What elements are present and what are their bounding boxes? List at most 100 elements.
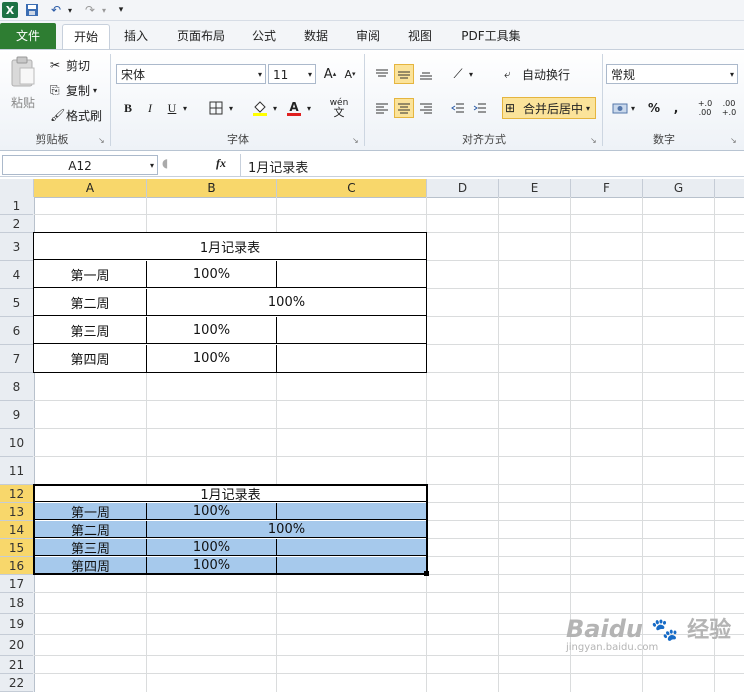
row-header[interactable]: 21 [0,656,33,674]
tab-insert[interactable]: 插入 [116,24,156,48]
column-header-e[interactable]: E [499,179,571,197]
increase-font-icon[interactable]: A ▴ [320,64,340,84]
row-header[interactable]: 8 [0,373,33,401]
table-row-label[interactable]: 第一周 [35,503,147,521]
tab-data[interactable]: 数据 [298,24,334,48]
table-cell-value[interactable]: 100% [147,557,277,573]
wrap-text-button[interactable]: ⤶ 自动换行 [504,64,570,84]
row-header[interactable]: 3 [0,233,33,261]
row-header[interactable]: 17 [0,575,33,593]
align-center-icon[interactable] [394,98,414,118]
table-row-label[interactable]: 第四周 [35,557,147,575]
comma-button[interactable]: , [666,98,686,118]
align-middle-icon[interactable] [394,64,414,84]
chevron-down-icon[interactable]: ▾ [180,98,190,118]
row-header[interactable]: 10 [0,429,33,457]
column-header-b[interactable]: B [147,179,277,197]
table-cell-value[interactable]: 100% [147,345,277,372]
number-format-select[interactable]: 常规 ▾ [606,64,738,84]
table-cell-value[interactable]: 100% [147,317,277,344]
tab-review[interactable]: 审阅 [350,24,386,48]
row-header[interactable]: 2 [0,215,33,233]
row-header[interactable]: 18 [0,593,33,614]
undo-icon[interactable]: ↶ [48,2,64,18]
row-header[interactable]: 20 [0,635,33,656]
cut-button[interactable]: ✂ 剪切 [50,56,90,74]
tab-home[interactable]: 开始 [62,24,110,49]
table-cell-value[interactable]: 100% [147,539,277,556]
increase-decimal-icon[interactable]: +.0 .00 [694,96,716,120]
row-header[interactable]: 6 [0,317,33,345]
row-header[interactable]: 9 [0,401,33,429]
table-cell-empty[interactable] [277,539,426,556]
borders-icon[interactable] [206,98,226,118]
underline-button[interactable]: U [162,98,182,118]
table-cell-empty[interactable] [277,345,426,372]
fill-color-icon[interactable] [250,98,270,118]
name-box[interactable]: A12 ▾ [2,155,158,175]
decrease-font-icon[interactable]: A ▾ [340,64,360,84]
splitter-handle-icon[interactable]: ◖ [162,156,174,174]
italic-button[interactable]: I [140,98,160,118]
row-header[interactable]: 7 [0,345,33,373]
row-header[interactable]: 16 [0,557,33,575]
select-all-corner[interactable] [0,179,34,197]
align-top-icon[interactable] [372,64,392,84]
table-cell-value[interactable]: 100% [147,503,277,520]
decrease-decimal-icon[interactable]: .00 +.0 [718,96,740,120]
font-size-select[interactable]: 11 ▾ [268,64,316,84]
table-row-label[interactable]: 第四周 [34,345,147,372]
chevron-down-icon[interactable]: ▾ [466,64,476,84]
table-cell-empty[interactable] [277,503,426,520]
table-cell-value[interactable]: 100% [147,261,277,288]
tab-pdf-tools[interactable]: PDF工具集 [454,24,528,48]
align-bottom-icon[interactable] [416,64,436,84]
currency-icon[interactable] [610,98,630,118]
tab-page-layout[interactable]: 页面布局 [170,24,232,48]
save-icon[interactable] [24,2,40,18]
tab-view[interactable]: 视图 [402,24,438,48]
column-header-c[interactable]: C [277,179,427,197]
tab-file[interactable]: 文件 [0,23,56,49]
table-row-label[interactable]: 第二周 [35,521,147,539]
merge-center-button[interactable]: ⊞ 合并后居中 ▾ [502,97,596,119]
align-left-icon[interactable] [372,98,392,118]
chevron-down-icon[interactable]: ▾ [226,98,236,118]
row-header[interactable]: 1 [0,197,33,215]
fill-handle[interactable] [424,571,429,576]
column-header-g[interactable]: G [643,179,715,197]
insert-function-icon[interactable]: fx [216,156,236,174]
tab-formulas[interactable]: 公式 [246,24,282,48]
align-right-icon[interactable] [416,98,436,118]
table-row-label[interactable]: 第一周 [34,261,147,288]
dialog-launcher-icon[interactable]: ↘ [590,136,597,145]
table-cell-merged-value[interactable]: 100% [147,521,426,538]
increase-indent-icon[interactable] [470,98,490,118]
font-name-select[interactable]: 宋体 ▾ [116,64,266,84]
row-header[interactable]: 11 [0,457,33,485]
redo-dropdown-icon[interactable]: ▾ [100,2,108,18]
orientation-icon[interactable]: ⟋ [448,64,468,84]
row-header[interactable]: 4 [0,261,33,289]
formula-input[interactable]: 1月记录表 [248,157,308,176]
table-title[interactable]: 1月记录表 [35,486,426,503]
row-header[interactable]: 22 [0,674,33,692]
customize-toolbar-icon[interactable]: ▾ [116,2,126,18]
table-cell-empty[interactable] [277,261,426,288]
row-header[interactable]: 14 [0,521,33,539]
row-header[interactable]: 5 [0,289,33,317]
row-header[interactable]: 12 [0,485,33,503]
dialog-launcher-icon[interactable]: ↘ [730,136,737,145]
font-color-icon[interactable]: A [284,98,304,118]
chevron-down-icon[interactable]: ▾ [270,98,280,118]
table-cell-empty[interactable] [277,317,426,344]
dialog-launcher-icon[interactable]: ↘ [98,136,105,145]
bold-button[interactable]: B [118,98,138,118]
table-cell-empty[interactable] [277,557,426,573]
row-header[interactable]: 19 [0,614,33,635]
table-row-label[interactable]: 第二周 [34,289,147,316]
redo-icon[interactable]: ↷ [82,2,98,18]
dialog-launcher-icon[interactable]: ↘ [352,136,359,145]
chevron-down-icon[interactable]: ▾ [93,86,97,95]
paste-button[interactable]: 粘贴 [6,56,40,122]
